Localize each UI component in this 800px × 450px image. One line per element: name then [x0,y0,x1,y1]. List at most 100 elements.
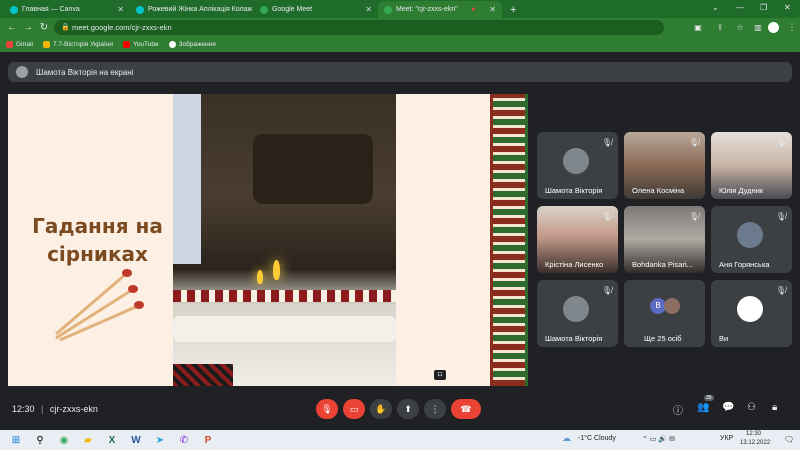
windows-start-icon[interactable]: ⊞ [8,433,24,447]
mic-toggle-button[interactable]: 🎙︎ [316,399,338,419]
bookmark-youtube[interactable]: YouTube [123,41,159,48]
mic-off-icon: 🎙︎̸ [775,138,786,147]
shared-screen: Гадання на сірниках 11 [8,94,528,386]
mic-off-icon: 🎙︎̸ [601,286,612,295]
meet-icon [384,5,392,14]
sidepanel-icon[interactable]: ▥ [750,23,766,32]
info-icon[interactable]: ⓘ [673,402,683,417]
meeting-time-code: 12:30 | cjr-zxxs-ekn [12,404,98,414]
chrome-icon[interactable]: ◉ [56,433,72,447]
chat-icon[interactable]: 💬 [722,402,734,413]
more-options-button[interactable]: ⋮ [424,399,446,419]
canva-icon [136,5,144,14]
presenter-banner[interactable]: Шамота Вікторія на екрані [8,62,792,82]
video-icon[interactable]: ▣ [690,23,706,32]
history-icon [42,41,50,48]
weather-icon: ☁ [562,433,571,443]
participant-tile[interactable]: 🎙︎̸ Шамота Вікторія [537,132,618,199]
present-icon: ⬆ [404,403,412,414]
more-vert-icon: ⋮ [430,403,440,414]
participant-tile[interactable]: 🎙︎̸ Шамота Вікторія [537,280,618,347]
candle-body [173,316,396,342]
close-tab-icon[interactable]: ✕ [489,5,496,14]
participant-tile[interactable]: 🎙︎̸ Крістіна Лисенко [537,206,618,273]
explorer-icon[interactable]: ▰ [80,433,96,447]
participant-tile[interactable]: 🎙︎̸ Bohdanka Pisari... [624,206,705,273]
reload-icon[interactable]: ↻ [36,22,52,33]
close-tab-icon[interactable]: ✕ [117,5,124,14]
participant-avatar [737,222,763,248]
taskbar-time[interactable]: 12:30 [746,431,761,437]
ornament-border [490,94,528,386]
mic-off-icon: 🎙︎̸ [688,138,699,147]
self-avatar [737,296,763,322]
self-tile[interactable]: 🎙︎̸ Ви [711,280,792,347]
raise-hand-button[interactable]: ✋ [370,399,392,419]
participant-tile[interactable]: 🎙︎̸ Олена Косміна [624,132,705,199]
close-window-icon[interactable]: ✕ [784,3,791,12]
participant-tile[interactable]: 🎙︎̸ Юлія Дудник [711,132,792,199]
embroidery-corner [173,364,233,386]
bookmark-history[interactable]: 7.7-Вісторія України [42,41,113,48]
participant-avatar [563,148,589,174]
powerpoint-icon[interactable]: P [200,433,216,447]
windows-taskbar: ⊞ ⚲ ◉ ▰ X W ➤ ✆ P [0,430,800,450]
lock-meeting-icon[interactable]: 🔒︎ [772,402,777,413]
mic-off-icon: 🎙︎̸ [601,138,612,147]
back-icon[interactable]: ← [4,22,20,33]
notifications-icon[interactable]: 🗨 [784,435,794,444]
restore-icon[interactable]: ❐ [760,3,767,12]
hand-icon: ✋ [375,403,387,414]
tray-icons[interactable]: ⌃ ▭ 🔊 ✉ [642,435,675,443]
leave-call-button[interactable]: ☎ [451,399,481,419]
youtube-icon [123,41,131,48]
menu-icon[interactable]: ⋮ [784,22,800,33]
mic-off-icon: 🎙︎̸ [688,212,699,221]
mic-off-icon: 🎙︎̸ [775,212,786,221]
taskbar-date[interactable]: 13.12.2022 [740,440,770,446]
tab-search-icon[interactable]: ⌄ [712,3,719,12]
excel-icon[interactable]: X [104,433,120,447]
bookmark-gmail[interactable]: Gmail [6,41,33,48]
new-tab-button[interactable]: + [504,1,522,18]
tab-meet-active[interactable]: Meet: "cjr-zxxs-ekn" ● ✕ [378,1,502,18]
more-participants-tile[interactable]: В Ще 25 осіб [624,280,705,347]
tab-canva-collage[interactable]: Рожевий Жінка Аплікація Колаж ✕ [130,1,254,18]
flame-right [273,260,280,280]
candles-photo [173,94,396,386]
star-icon[interactable]: ☆ [732,23,748,32]
close-tab-icon[interactable]: ✕ [365,5,372,14]
slide-title: Гадання на сірниках [32,214,163,266]
activities-icon[interactable]: ⚇ [747,402,756,413]
participant-tile[interactable]: 🎙︎̸ Аня Горянська [711,206,792,273]
address-bar[interactable]: 🔒 meet.google.com/cjr-zxxs-ekn [54,20,664,35]
people-count-badge: 35 [704,395,714,401]
input-language[interactable]: УКР [720,435,733,442]
mic-off-icon: 🎙︎̸ [601,212,612,221]
tab-google-meet[interactable]: Google Meet ✕ [254,1,378,18]
flame-left [257,270,263,284]
bookmark-images[interactable]: Зображення [168,41,216,48]
viber-icon[interactable]: ✆ [176,433,192,447]
present-button[interactable]: ⬆ [397,399,419,419]
tile-badge: 11 [434,370,446,380]
gmail-icon [6,41,13,48]
forward-icon[interactable]: → [20,22,36,33]
telegram-icon[interactable]: ➤ [152,433,168,447]
audience-shadow [253,134,373,204]
lock-icon: 🔒 [61,24,70,31]
tab-strip: Главная — Canva ✕ Рожевий Жінка Аплікаці… [0,0,800,18]
weather-text[interactable]: -1°C Cloudy [578,435,616,442]
people-icon[interactable]: 👥 [697,402,709,413]
mic-off-icon: 🎙︎̸ [775,286,786,295]
camera-toggle-button[interactable]: ▭ [343,399,365,419]
images-icon [168,41,176,48]
profile-avatar[interactable] [768,22,779,33]
minimize-icon[interactable]: — [736,3,744,12]
search-icon[interactable]: ⚲ [32,433,48,447]
presenter-avatar [16,66,28,78]
share-icon[interactable]: ⇪ [712,23,728,32]
tab-canva-home[interactable]: Главная — Canva ✕ [4,1,130,18]
word-icon[interactable]: W [128,433,144,447]
embroidered-cloth [173,290,396,302]
